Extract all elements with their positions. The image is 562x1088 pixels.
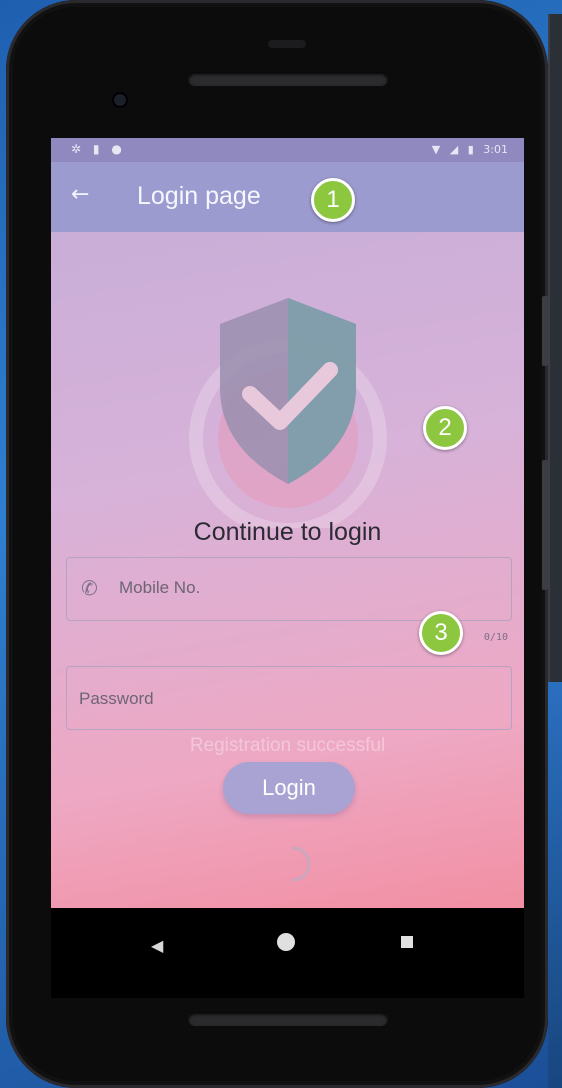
loading-spinner-icon bbox=[273, 844, 313, 888]
login-heading: Continue to login bbox=[193, 518, 382, 546]
earpiece bbox=[268, 40, 306, 48]
battery-icon: ▮ bbox=[467, 143, 474, 156]
password-placeholder: Password bbox=[79, 689, 154, 708]
signal-icon: ◢ bbox=[449, 143, 459, 156]
status-notification-icons: ✲ ▮ ● bbox=[71, 142, 126, 156]
arrow-left-icon[interactable]: ← bbox=[71, 182, 89, 207]
circle-icon: ● bbox=[111, 142, 126, 156]
annotation-marker-1: 1 bbox=[311, 178, 355, 222]
volume-button bbox=[542, 460, 548, 590]
back-triangle-icon[interactable]: ◀ bbox=[151, 936, 163, 955]
sd-card-icon: ▮ bbox=[92, 142, 104, 156]
recents-square-icon[interactable] bbox=[401, 936, 413, 948]
annotation-marker-2: 2 bbox=[423, 406, 467, 450]
background-window-panel bbox=[548, 14, 562, 682]
desktop-background bbox=[548, 682, 562, 1088]
login-button[interactable]: Login bbox=[223, 762, 355, 814]
status-bar: ✲ ▮ ● ▼ ◢ ▮ 3:01 bbox=[51, 138, 524, 162]
annotation-marker-3: 3 bbox=[419, 611, 463, 655]
password-field[interactable]: Password bbox=[66, 666, 512, 730]
navigation-bar: ◀ bbox=[51, 908, 524, 998]
mobile-placeholder: Mobile No. bbox=[119, 578, 201, 597]
wifi-icon: ▼ bbox=[431, 143, 441, 156]
bottom-speaker bbox=[188, 1012, 388, 1026]
power-button bbox=[542, 296, 548, 366]
phone-frame: ✲ ▮ ● ▼ ◢ ▮ 3:01 ← Login page Continue t… bbox=[6, 0, 548, 1088]
shield-check-icon bbox=[188, 288, 388, 537]
phone-screen: ✲ ▮ ● ▼ ◢ ▮ 3:01 ← Login page Continue t… bbox=[51, 138, 524, 998]
registration-toast: Registration successful bbox=[189, 735, 386, 756]
top-speaker bbox=[188, 72, 388, 86]
page-title: Login page bbox=[137, 182, 261, 210]
gear-icon: ✲ bbox=[71, 142, 86, 156]
status-time: 3:01 bbox=[483, 143, 508, 156]
app-bar: ← Login page bbox=[51, 162, 524, 232]
login-content: Continue to login ✆ Mobile No. 0/10 Pass… bbox=[51, 232, 524, 908]
mobile-char-counter: 0/10 bbox=[483, 632, 508, 643]
front-camera bbox=[112, 92, 128, 108]
status-system-icons: ▼ ◢ ▮ 3:01 bbox=[426, 143, 508, 156]
home-circle-icon[interactable] bbox=[277, 933, 295, 951]
phone-icon: ✆ bbox=[81, 576, 98, 600]
